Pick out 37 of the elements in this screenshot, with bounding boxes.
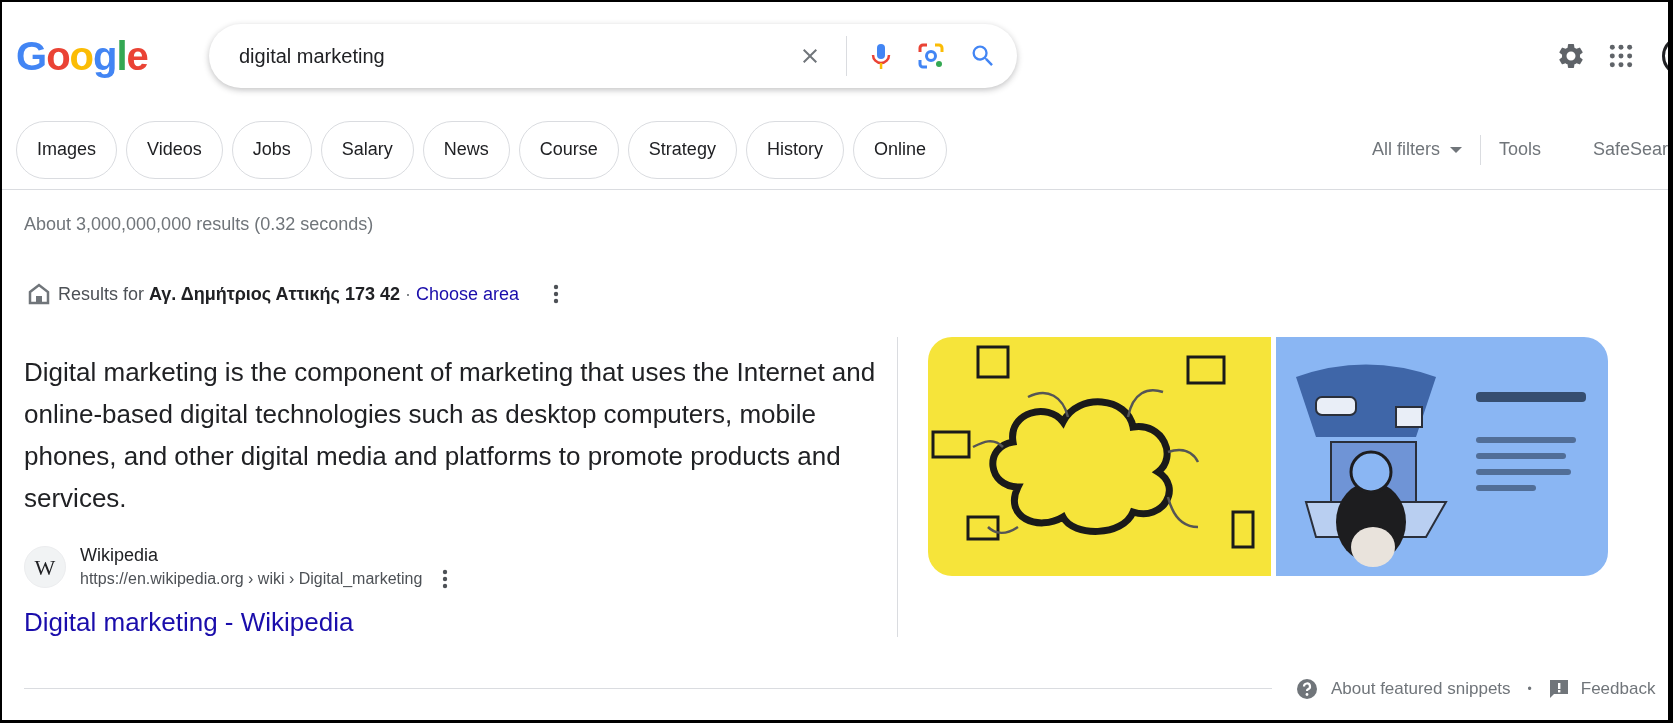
separator-dot: •: [1527, 680, 1532, 698]
camera-icon[interactable]: [917, 42, 945, 70]
search-input[interactable]: digital marketing: [239, 41, 784, 71]
safesearch-button[interactable]: SafeSear: [1592, 136, 1668, 163]
filter-chip[interactable]: Strategy: [627, 120, 737, 179]
result-stats: About 3,000,000,000 results (0.32 seconds): [23, 213, 375, 236]
home-icon: [28, 283, 50, 305]
about-snippets-link[interactable]: About featured snippets: [1331, 676, 1511, 702]
help-icon[interactable]: [1296, 677, 1318, 700]
dropdown-caret-icon: [1449, 146, 1462, 153]
result-url: https://en.wikipedia.org › wiki › Digital_marketing: [80, 569, 423, 589]
more-options-icon[interactable]: [553, 284, 560, 304]
snippet-text: Digital marketing is the component of marketing that uses the Internet and online-based digital technologies such as desktop computers, mobile phones, and other digital media and platforms to promote products and services.: [24, 356, 877, 515]
filter-chip[interactable]: Salary: [320, 120, 414, 179]
filter-chip[interactable]: News: [422, 120, 510, 179]
search-field[interactable]: digital marketing: [209, 24, 1017, 88]
result-title-link[interactable]: Digital marketing - Wikipedia: [24, 603, 354, 642]
site-name: Wikipedia: [80, 544, 160, 567]
location-text: Results for Αγ. Δημήτριος Αττικής 173 42: [58, 282, 401, 306]
tools-button[interactable]: Tools: [1498, 136, 1541, 163]
filter-chip[interactable]: Course: [518, 120, 619, 179]
wikipedia-favicon: W: [24, 546, 66, 588]
filter-chip[interactable]: History: [745, 120, 844, 179]
filter-chip[interactable]: Online: [852, 120, 947, 179]
more-options-icon[interactable]: [442, 569, 449, 589]
separator-dot: ·: [405, 282, 412, 306]
choose-area-link[interactable]: Choose area: [416, 280, 520, 308]
google-logo[interactable]: Google: [16, 26, 148, 86]
filter-chip[interactable]: Jobs: [231, 120, 312, 179]
feedback-link[interactable]: Feedback: [1580, 676, 1656, 702]
microphone-icon[interactable]: [869, 42, 893, 70]
apps-grid-icon[interactable]: [1608, 43, 1634, 69]
feedback-icon[interactable]: [1548, 678, 1569, 699]
filter-chip[interactable]: Videos: [126, 120, 223, 179]
filter-chip[interactable]: Images: [16, 120, 118, 179]
all-filters-button[interactable]: All filters: [1371, 136, 1462, 163]
settings-icon[interactable]: [1556, 41, 1586, 71]
